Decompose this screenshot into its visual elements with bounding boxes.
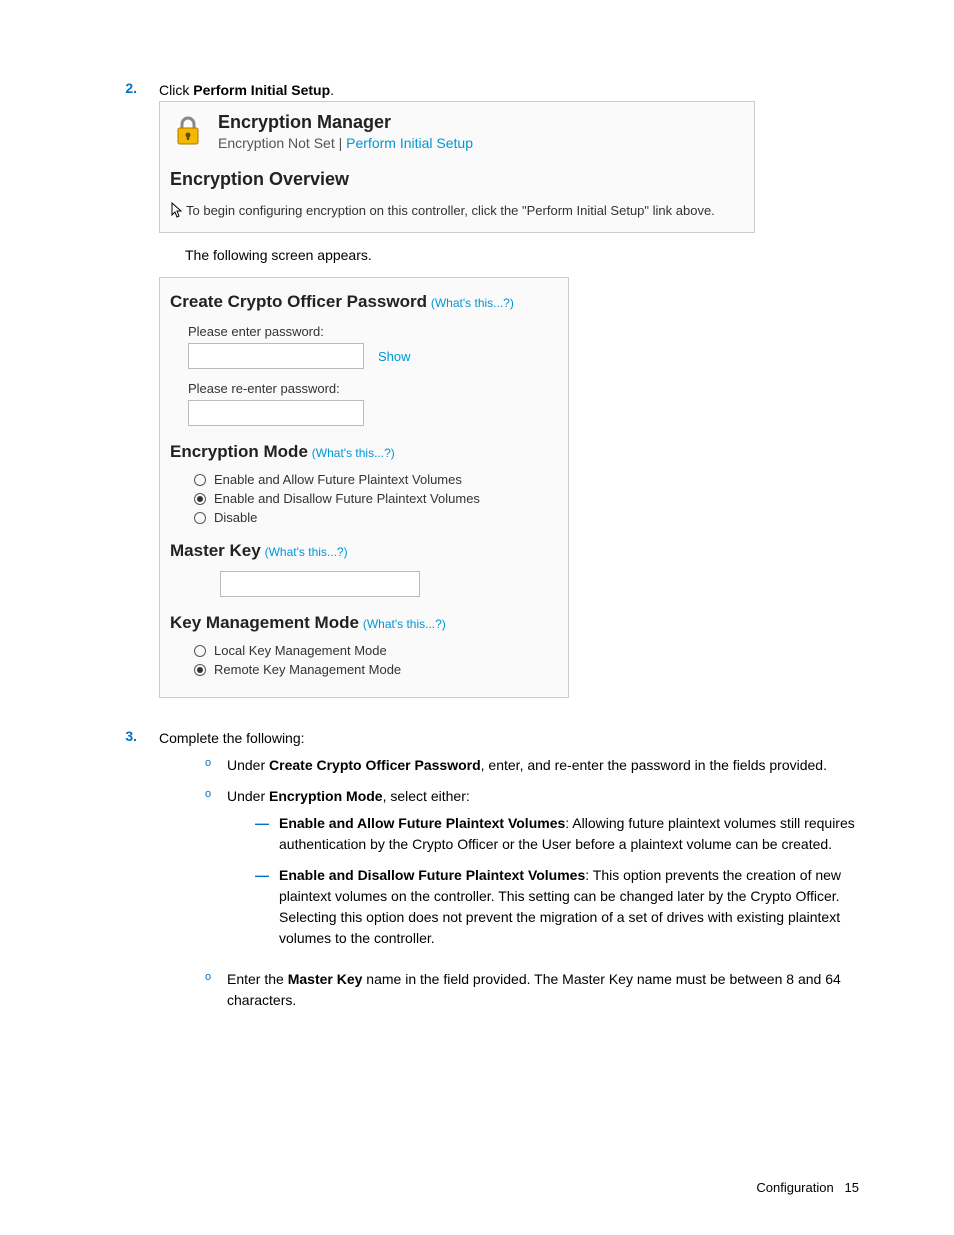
step-number: 2. [95,80,159,101]
page-number: 15 [845,1180,859,1195]
radio-icon [194,664,206,676]
text: Enter the Master Key name in the field p… [227,969,859,1011]
radio-label: Local Key Management Mode [214,643,387,658]
create-password-screenshot: Create Crypto Officer Password (What's t… [159,277,569,698]
text: Under Create Crypto Officer Password, en… [227,755,827,776]
radio-icon [194,474,206,486]
subtitle: Encryption Not Set | Perform Initial Set… [218,135,473,151]
overview-text: To begin configuring encryption on this … [170,202,744,218]
enter-password-label: Please enter password: [188,324,558,339]
list-item: o Enter the Master Key name in the field… [205,969,859,1011]
password-row: Show [188,343,558,369]
section-heading-row: Key Management Mode (What's this...?) [170,613,558,633]
lock-icon [170,112,206,148]
text: Enable and Disallow Future Plaintext Vol… [279,865,859,949]
radio-label: Enable and Disallow Future Plaintext Vol… [214,491,480,506]
heading: Master Key [170,541,261,560]
step-2: 2. Click Perform Initial Setup. [95,80,859,101]
radio-option-allow[interactable]: Enable and Allow Future Plaintext Volume… [194,472,558,487]
bullet-icon: o [205,969,215,1011]
heading: Create Crypto Officer Password [170,292,427,311]
bold-text: Enable and Allow Future Plaintext Volume… [279,815,565,831]
master-key-section: Master Key (What's this...?) [170,541,558,597]
crypto-password-section: Create Crypto Officer Password (What's t… [170,292,558,426]
section-heading-row: Encryption Mode (What's this...?) [170,442,558,462]
master-key-input[interactable] [220,571,420,597]
section-heading-row: Create Crypto Officer Password (What's t… [170,292,558,312]
list-item: — Enable and Disallow Future Plaintext V… [255,865,859,949]
heading: Encryption Mode [170,442,308,461]
password-input[interactable] [188,343,364,369]
bold-text: Perform Initial Setup [193,82,330,98]
status-text: Encryption Not Set [218,135,335,151]
reenter-password-label: Please re-enter password: [188,381,558,396]
step-number: 3. [95,728,159,749]
header: Encryption Manager Encryption Not Set | … [170,112,744,151]
bold-text: Enable and Disallow Future Plaintext Vol… [279,867,585,883]
text: To begin configuring encryption on this … [186,203,715,218]
text: Enter the [227,971,288,987]
bold-text: Create Crypto Officer Password [269,757,481,773]
reenter-password-row [188,400,558,426]
text: Under Encryption Mode, select either: — … [227,786,859,959]
list-item: o Under Create Crypto Officer Password, … [205,755,859,776]
radio-icon [194,512,206,524]
bold-text: Master Key [288,971,363,987]
text: Under [227,757,269,773]
show-password-link[interactable]: Show [378,349,411,364]
radio-icon [194,645,206,657]
page-footer: Configuration 15 [756,1180,859,1195]
section-name: Configuration [756,1180,833,1195]
radio-label: Remote Key Management Mode [214,662,401,677]
whats-this-link[interactable]: (What's this...?) [363,617,446,631]
encryption-mode-section: Encryption Mode (What's this...?) Enable… [170,442,558,525]
step-text: Complete the following: [159,728,859,749]
whats-this-link[interactable]: (What's this...?) [265,545,348,559]
step-3: 3. Complete the following: [95,728,859,749]
key-management-radios: Local Key Management Mode Remote Key Man… [194,643,558,677]
perform-initial-setup-link[interactable]: Perform Initial Setup [346,135,473,151]
radio-label: Enable and Allow Future Plaintext Volume… [214,472,462,487]
text: Enable and Allow Future Plaintext Volume… [279,813,859,855]
dash-list: — Enable and Allow Future Plaintext Volu… [255,813,859,949]
sub-list: o Under Create Crypto Officer Password, … [205,755,859,1011]
header-text: Encryption Manager Encryption Not Set | … [218,112,473,151]
radio-option-disallow[interactable]: Enable and Disallow Future Plaintext Vol… [194,491,558,506]
radio-option-disable[interactable]: Disable [194,510,558,525]
radio-label: Disable [214,510,257,525]
key-management-section: Key Management Mode (What's this...?) Lo… [170,613,558,677]
bold-text: Encryption Mode [269,788,383,804]
whats-this-link[interactable]: (What's this...?) [312,446,395,460]
text: Click [159,82,193,98]
cursor-icon [170,202,184,218]
whats-this-link[interactable]: (What's this...?) [431,296,514,310]
reenter-password-input[interactable] [188,400,364,426]
list-item: — Enable and Allow Future Plaintext Volu… [255,813,859,855]
step-text: Click Perform Initial Setup. [159,80,859,101]
text: , enter, and re-enter the password in th… [481,757,827,773]
narration-text: The following screen appears. [185,247,859,263]
bullet-icon: o [205,786,215,959]
heading: Key Management Mode [170,613,359,632]
title: Encryption Manager [218,112,473,133]
dash-icon: — [255,813,271,855]
encryption-mode-radios: Enable and Allow Future Plaintext Volume… [194,472,558,525]
dash-icon: — [255,865,271,949]
list-item: o Under Encryption Mode, select either: … [205,786,859,959]
radio-option-remote[interactable]: Remote Key Management Mode [194,662,558,677]
text: , select either: [383,788,470,804]
radio-option-local[interactable]: Local Key Management Mode [194,643,558,658]
encryption-manager-screenshot: Encryption Manager Encryption Not Set | … [159,101,755,233]
text: Under [227,788,269,804]
separator: | [335,135,346,151]
overview-heading: Encryption Overview [170,169,744,190]
text: . [330,82,334,98]
radio-icon [194,493,206,505]
bullet-icon: o [205,755,215,776]
section-heading-row: Master Key (What's this...?) [170,541,558,561]
